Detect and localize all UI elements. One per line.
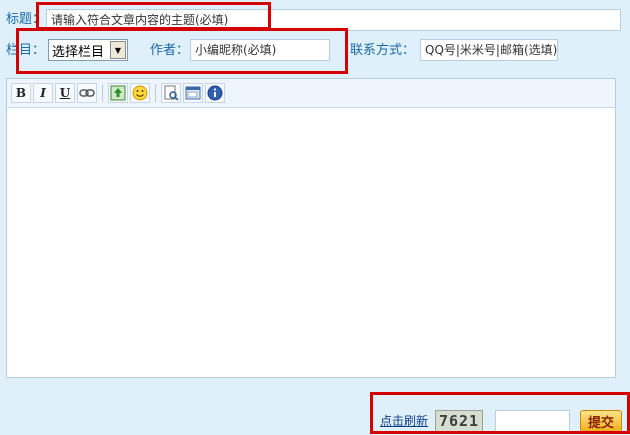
chevron-down-icon[interactable]: ▼ — [110, 41, 126, 59]
column-label: 栏目： — [6, 43, 46, 58]
captcha-input[interactable] — [495, 410, 570, 432]
author-input[interactable]: 小编昵称(必填) — [190, 39, 330, 61]
editor-content-area[interactable] — [7, 108, 615, 378]
link-button[interactable] — [77, 83, 97, 103]
rich-text-editor: B I U — [6, 78, 616, 378]
author-label: 作者： — [150, 43, 190, 58]
toolbar-separator — [102, 84, 103, 102]
source-button[interactable] — [183, 83, 203, 103]
editor-toolbar: B I U — [7, 79, 615, 108]
title-label: 标题： — [6, 12, 46, 27]
image-icon — [110, 85, 126, 101]
underline-button[interactable]: U — [55, 83, 75, 103]
emoticon-button[interactable] — [130, 83, 150, 103]
info-icon — [207, 85, 223, 101]
column-select-value: 选择栏目 — [52, 44, 105, 60]
column-select[interactable]: 选择栏目 ▼ — [48, 39, 128, 61]
about-button[interactable] — [205, 83, 225, 103]
smiley-icon — [132, 85, 148, 101]
toolbar-separator — [155, 84, 156, 102]
italic-button[interactable]: I — [33, 83, 53, 103]
bold-button[interactable]: B — [11, 83, 31, 103]
link-icon — [79, 89, 95, 97]
preview-button[interactable] — [161, 83, 181, 103]
source-icon — [185, 86, 201, 100]
insert-image-button[interactable] — [108, 83, 128, 103]
contact-label: 联系方式： — [350, 43, 416, 58]
title-input[interactable]: 请输入符合文章内容的主题(必填) — [46, 9, 621, 31]
captcha-image: 7621 — [435, 410, 483, 432]
submit-button[interactable]: 提交 — [580, 410, 622, 432]
preview-icon — [164, 85, 179, 101]
refresh-captcha-link[interactable]: 点击刷新 — [380, 412, 428, 429]
contact-input[interactable]: QQ号|米米号|邮箱(选填) — [420, 39, 558, 61]
